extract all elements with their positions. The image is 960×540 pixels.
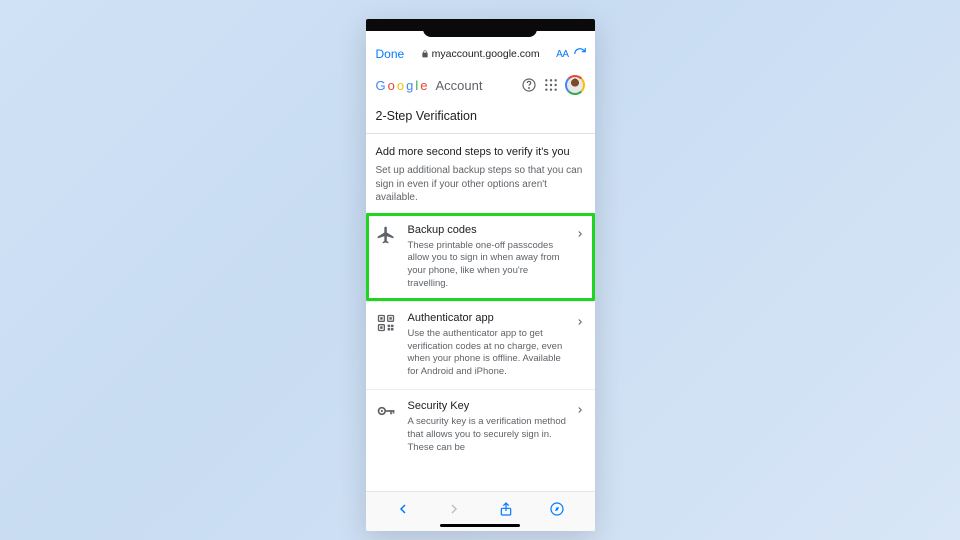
url-bar[interactable]: myaccount.google.com: [408, 48, 552, 60]
help-icon[interactable]: [521, 77, 537, 93]
qr-icon: [376, 312, 398, 379]
google-header: Google Account: [366, 69, 595, 103]
url-domain: myaccount.google.com: [432, 48, 540, 60]
safari-icon[interactable]: [549, 501, 565, 522]
product-name: Account: [435, 78, 482, 93]
lock-icon: [421, 50, 429, 58]
option-title: Backup codes: [408, 224, 569, 236]
content-scroll: Add more second steps to verify it's you…: [366, 134, 595, 491]
text-size-button[interactable]: AA: [556, 49, 568, 60]
section-heading: Add more second steps to verify it's you: [376, 146, 585, 158]
avatar[interactable]: [565, 75, 585, 95]
chevron-right-icon: [575, 314, 585, 332]
option-title: Security Key: [408, 400, 569, 412]
apps-grid-icon[interactable]: [543, 77, 559, 93]
airplane-icon: [376, 224, 398, 291]
chevron-right-icon: [575, 402, 585, 420]
section-subtext: Set up additional backup steps so that y…: [376, 164, 585, 205]
status-bar-notch: [366, 19, 595, 31]
phone-frame: Done myaccount.google.com AA Google Acco…: [366, 19, 595, 531]
option-backup-codes[interactable]: Backup codes These printable one-off pas…: [366, 213, 595, 301]
key-icon: [376, 400, 398, 454]
google-logo: Google: [376, 78, 428, 93]
page-title: 2-Step Verification: [366, 103, 595, 134]
option-desc: These printable one-off passcodes allow …: [408, 240, 569, 291]
option-security-key[interactable]: Security Key A security key is a verific…: [366, 389, 595, 464]
option-authenticator-app[interactable]: Authenticator app Use the authenticator …: [366, 301, 595, 389]
section-header: Add more second steps to verify it's you…: [366, 134, 595, 209]
forward-button[interactable]: [446, 501, 462, 522]
home-indicator[interactable]: [440, 524, 520, 528]
back-button[interactable]: [395, 501, 411, 522]
share-button[interactable]: [498, 501, 514, 522]
reload-icon[interactable]: [573, 47, 587, 61]
option-desc: A security key is a verification method …: [408, 416, 569, 454]
chevron-right-icon: [575, 226, 585, 244]
option-title: Authenticator app: [408, 312, 569, 324]
done-button[interactable]: Done: [376, 47, 405, 61]
option-desc: Use the authenticator app to get verific…: [408, 328, 569, 379]
